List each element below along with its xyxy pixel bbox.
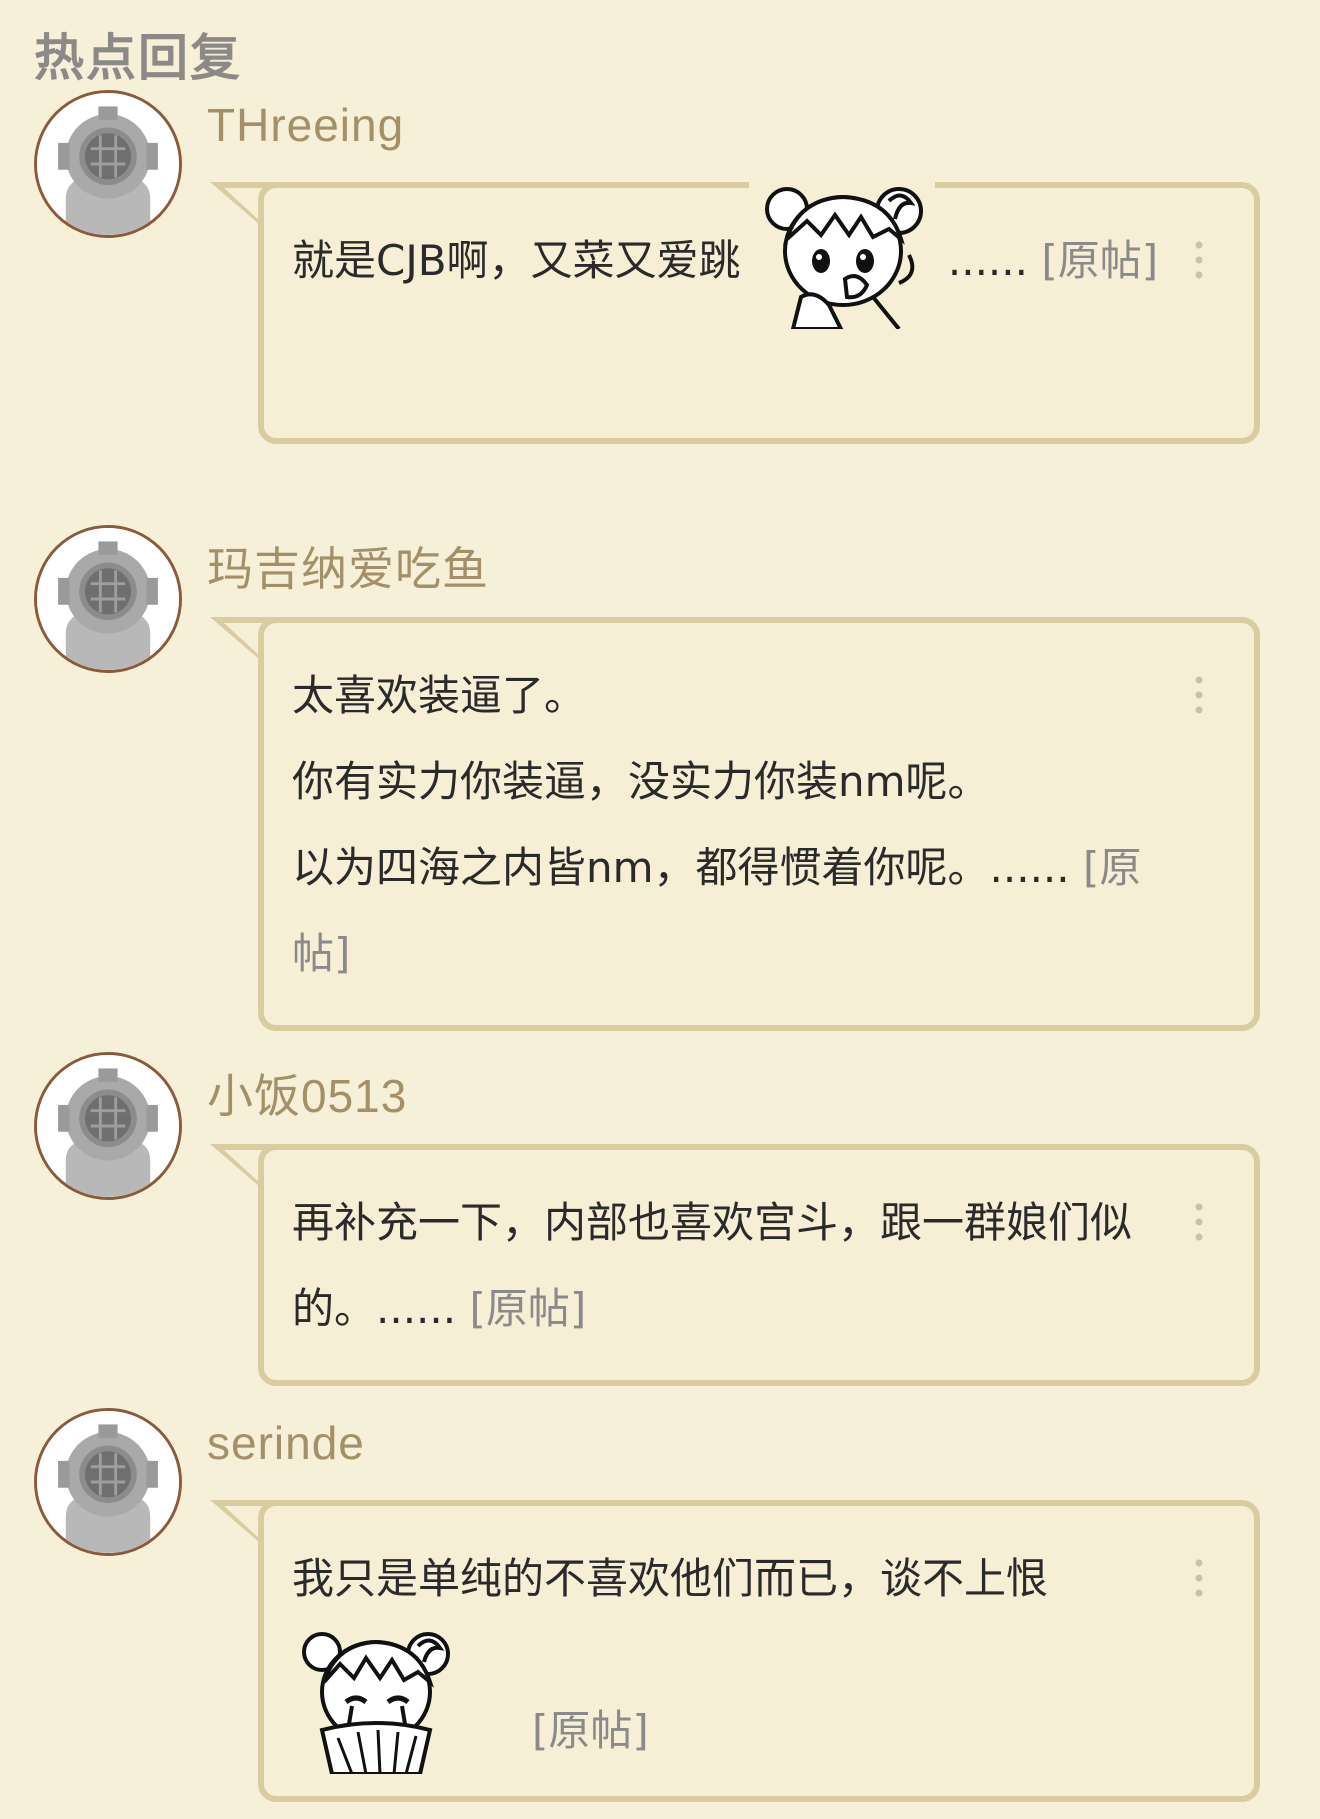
avatar[interactable] <box>34 90 182 238</box>
vertical-more-icon[interactable] <box>1194 675 1204 715</box>
emoji-row: [原帖] <box>292 1626 1164 1776</box>
original-post-link[interactable]: [原帖] <box>1028 236 1158 285</box>
reply-text: 我只是单纯的不喜欢他们而已，谈不上恨 <box>292 1536 1164 1622</box>
reply-text-part: ...... <box>934 236 1028 285</box>
diving-helmet-avatar-icon <box>37 1055 179 1197</box>
girl-crying-with-fan-emoji <box>292 1626 462 1776</box>
bubble-body: 我只是单纯的不喜欢他们而已，谈不上恨 [原帖] <box>258 1500 1260 1802</box>
diving-helmet-avatar-icon <box>37 93 179 235</box>
reply-line: 太喜欢装逼了。 <box>292 671 587 720</box>
bubble-body: 再补充一下，内部也喜欢宫斗，跟一群娘们似的。...... [原帖] <box>258 1144 1260 1386</box>
vertical-more-icon[interactable] <box>1194 1558 1204 1598</box>
username[interactable]: serinde <box>207 1416 365 1470</box>
bubble-body: 太喜欢装逼了。 你有实力你装逼，没实力你装nm呢。 以为四海之内皆nm，都得惯着… <box>258 617 1260 1031</box>
avatar[interactable] <box>34 1408 182 1556</box>
original-post-link[interactable]: [原帖] <box>456 1284 586 1333</box>
reply-text-part: 我只是单纯的不喜欢他们而已，谈不上恨 <box>292 1554 1049 1603</box>
reply-text: 就是CJB啊，又菜又爱跳 ...... [原帖] <box>292 178 1164 331</box>
bubble-body: 就是CJB啊，又菜又爱跳 ...... [原帖] <box>258 178 1260 444</box>
reply-text-part: 再补充一下，内部也喜欢宫斗，跟一群娘们似的。...... <box>292 1198 1133 1333</box>
reply-bubble: 太喜欢装逼了。 你有实力你装逼，没实力你装nm呢。 以为四海之内皆nm，都得惯着… <box>210 617 1260 1031</box>
vertical-more-icon[interactable] <box>1194 240 1204 280</box>
diving-helmet-avatar-icon <box>37 1411 179 1553</box>
reply-bubble: 我只是单纯的不喜欢他们而已，谈不上恨 [原帖] <box>210 1500 1260 1802</box>
username[interactable]: 玛吉纳爱吃鱼 <box>207 533 489 599</box>
vertical-more-icon[interactable] <box>1194 1202 1204 1242</box>
avatar[interactable] <box>34 525 182 673</box>
reply-text: 太喜欢装逼了。 你有实力你装逼，没实力你装nm呢。 以为四海之内皆nm，都得惯着… <box>292 653 1164 997</box>
reply-bubble: 再补充一下，内部也喜欢宫斗，跟一群娘们似的。...... [原帖] <box>210 1144 1260 1386</box>
reply-bubble: 就是CJB啊，又菜又爱跳 ...... [原帖] <box>210 178 1260 444</box>
reply-line: 以为四海之内皆nm，都得惯着你呢。...... <box>292 843 1070 892</box>
girl-covering-mouth-emoji <box>748 178 935 331</box>
section-title: 热点回复 <box>34 29 242 87</box>
username[interactable]: 小饭0513 <box>207 1060 407 1126</box>
reply-text: 再补充一下，内部也喜欢宫斗，跟一群娘们似的。...... [原帖] <box>292 1180 1164 1352</box>
original-post-link[interactable]: [原帖] <box>532 1688 649 1774</box>
reply-line: 你有实力你装逼，没实力你装nm呢。 <box>292 757 990 806</box>
diving-helmet-avatar-icon <box>37 528 179 670</box>
username[interactable]: THreeing <box>207 98 404 152</box>
reply-text-part: 就是CJB啊，又菜又爱跳 <box>292 236 741 285</box>
avatar[interactable] <box>34 1052 182 1200</box>
